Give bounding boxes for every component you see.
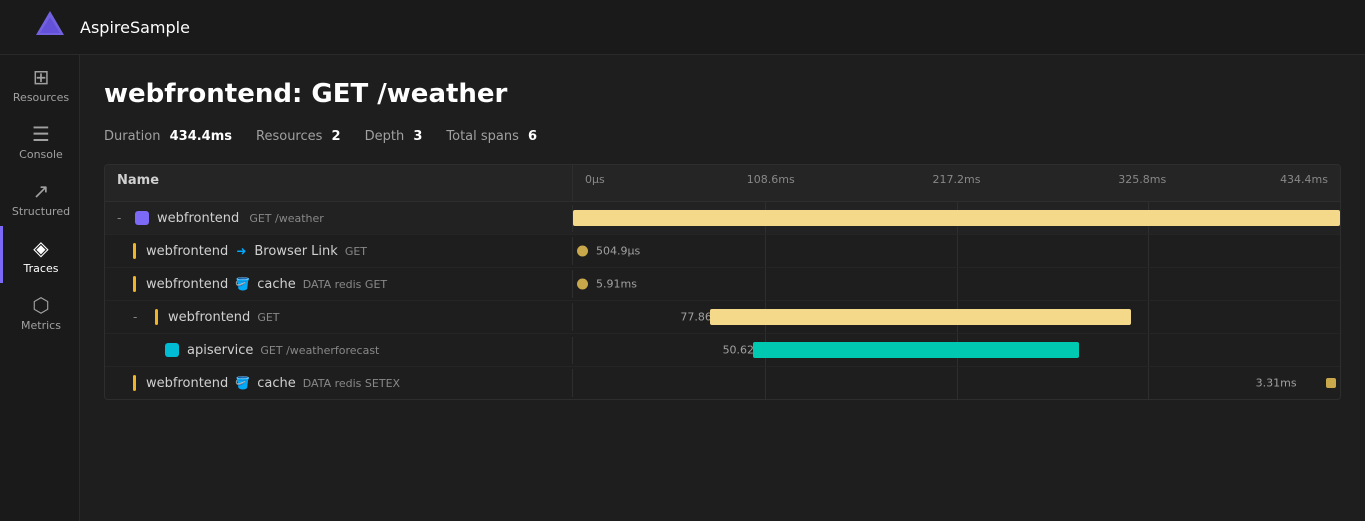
table-row: - webfrontend GET /weather [105, 202, 1340, 235]
duration-value: 434.4ms [170, 129, 232, 144]
timeline-cell: 504.9μs [573, 235, 1340, 267]
timeline-header: 0μs 108.6ms 217.2ms 325.8ms 434.4ms [573, 165, 1340, 201]
main-content: webfrontend: GET /weather Duration 434.4… [80, 55, 1365, 521]
span-name-cell: webfrontend 🪣 cache DATA redis GET [105, 270, 573, 298]
span-duration-label: 3.31ms [1256, 377, 1297, 390]
timeline-cell [573, 202, 1340, 234]
metrics-icon: ⬡ [32, 295, 49, 315]
logo [32, 7, 68, 47]
span-name-cell: apiservice GET /weatherforecast [105, 337, 573, 364]
timeline-cell: 50.62ms [573, 334, 1340, 366]
console-icon: ☰ [32, 124, 50, 144]
collapse-button[interactable]: - [133, 310, 147, 324]
arrow-icon: ➜ [236, 244, 246, 258]
tick-4: 434.4ms [1280, 173, 1328, 186]
sidebar-label-metrics: Metrics [21, 319, 61, 332]
sidebar-label-resources: Resources [13, 91, 69, 104]
sidebar-label-structured: Structured [12, 205, 70, 218]
sidebar-item-structured[interactable]: ↗ Structured [0, 169, 79, 226]
app-title: AspireSample [80, 18, 190, 37]
timeline-cell: 3.31ms [573, 367, 1340, 399]
trace-table: Name 0μs 108.6ms 217.2ms 325.8ms 434.4ms… [104, 164, 1341, 400]
service-icon-webfrontend [135, 211, 149, 225]
name-column-header: Name [105, 165, 573, 201]
table-row: webfrontend 🪣 cache DATA redis GET 5.91m… [105, 268, 1340, 301]
span-duration-label: 5.91ms [596, 278, 637, 291]
timeline-cell: 5.91ms [573, 268, 1340, 300]
sidebar-label-traces: Traces [24, 262, 59, 275]
tick-3: 325.8ms [1118, 173, 1166, 186]
sidebar-label-console: Console [19, 148, 63, 161]
span-name-cell: webfrontend 🪣 cache DATA redis SETEX [105, 369, 573, 397]
span-name-cell: - webfrontend GET [105, 303, 573, 331]
table-row: webfrontend ➜ Browser Link GET 504.9μs [105, 235, 1340, 268]
depth-value: 3 [413, 129, 422, 144]
meta-row: Duration 434.4ms Resources 2 Depth 3 Tot… [104, 129, 1341, 144]
collapse-button[interactable]: - [117, 211, 131, 225]
topbar: AspireSample [0, 0, 1365, 55]
span-duration-label: 504.9μs [596, 245, 640, 258]
tick-2: 217.2ms [933, 173, 981, 186]
trace-header: Name 0μs 108.6ms 217.2ms 325.8ms 434.4ms [105, 165, 1340, 202]
table-row: webfrontend 🪣 cache DATA redis SETEX 3.3… [105, 367, 1340, 399]
tick-1: 108.6ms [747, 173, 795, 186]
page-title: webfrontend: GET /weather [104, 79, 1341, 109]
sidebar: ⊞ Resources ☰ Console ↗ Structured ◈ Tra… [0, 0, 80, 521]
total-spans-meta: Total spans 6 [446, 129, 537, 144]
table-row: apiservice GET /weatherforecast 50.62ms [105, 334, 1340, 367]
resources-value: 2 [332, 129, 341, 144]
table-row: - webfrontend GET 77.86ms [105, 301, 1340, 334]
total-spans-value: 6 [528, 129, 537, 144]
structured-icon: ↗ [33, 181, 50, 201]
sidebar-item-traces[interactable]: ◈ Traces [0, 226, 79, 283]
resources-icon: ⊞ [33, 67, 50, 87]
db-icon: 🪣 [235, 277, 250, 291]
duration-label: Duration 434.4ms [104, 129, 232, 144]
traces-icon: ◈ [33, 238, 48, 258]
depth-meta: Depth 3 [365, 129, 423, 144]
db-icon: 🪣 [235, 376, 250, 390]
timeline-cell: 77.86ms [573, 301, 1340, 333]
sidebar-item-resources[interactable]: ⊞ Resources [0, 55, 79, 112]
span-name-cell: - webfrontend GET /weather [105, 205, 573, 232]
sidebar-item-metrics[interactable]: ⬡ Metrics [0, 283, 79, 340]
sidebar-item-console[interactable]: ☰ Console [0, 112, 79, 169]
span-name-cell: webfrontend ➜ Browser Link GET [105, 237, 573, 265]
resources-meta: Resources 2 [256, 129, 341, 144]
tick-0: 0μs [585, 173, 605, 186]
